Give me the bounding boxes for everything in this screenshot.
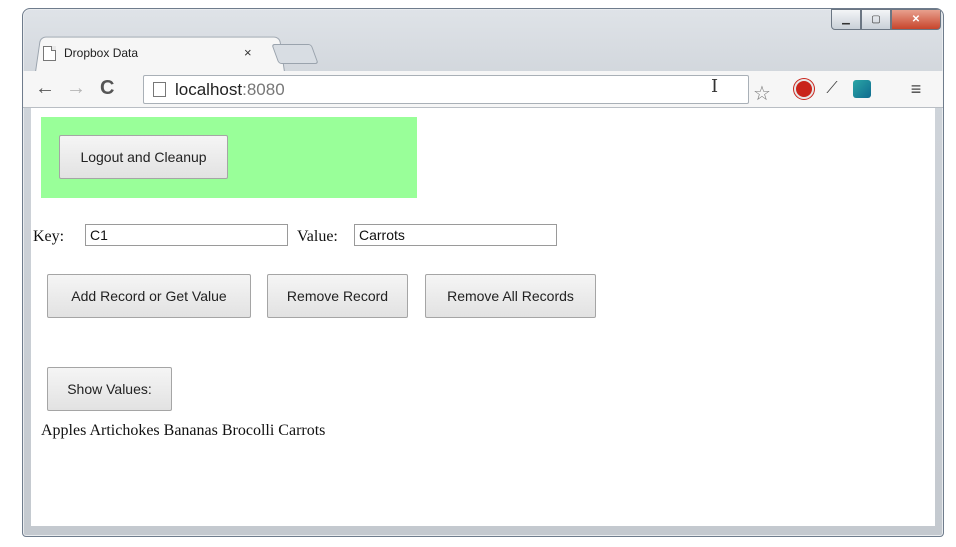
- key-input[interactable]: [85, 224, 288, 246]
- stop-extension-icon[interactable]: [793, 78, 815, 100]
- menu-icon[interactable]: ≡: [905, 78, 927, 100]
- maximize-button[interactable]: ▢: [861, 9, 891, 30]
- text-cursor-icon: I: [711, 76, 719, 97]
- value-label: Value:: [297, 228, 338, 245]
- tab-content: Dropbox Data: [43, 39, 268, 67]
- address-bar[interactable]: localhost :8080 ☆: [143, 75, 771, 105]
- star-icon[interactable]: ☆: [753, 81, 771, 106]
- window-controls: ▁ ▢ ✕: [831, 9, 941, 30]
- tab-close-icon[interactable]: ×: [244, 45, 252, 60]
- url-port: :8080: [242, 79, 285, 99]
- logout-button[interactable]: Logout and Cleanup: [59, 135, 228, 179]
- browser-window: Dropbox Data × ▁ ▢ ✕ ← → C localhost :80…: [22, 8, 944, 537]
- back-icon[interactable]: ←: [35, 77, 55, 99]
- page-icon: [153, 82, 166, 97]
- remove-all-records-button[interactable]: Remove All Records: [425, 274, 596, 318]
- logout-panel: Logout and Cleanup: [41, 117, 417, 198]
- value-input[interactable]: [354, 224, 557, 246]
- minimize-button[interactable]: ▁: [831, 9, 861, 30]
- page-icon: [43, 45, 56, 61]
- add-record-button[interactable]: Add Record or Get Value: [47, 274, 251, 318]
- picker-extension-icon[interactable]: ⟋: [821, 78, 843, 100]
- new-tab-button[interactable]: [271, 44, 319, 64]
- close-window-button[interactable]: ✕: [891, 9, 941, 30]
- remove-record-button[interactable]: Remove Record: [267, 274, 408, 318]
- page-content: Logout and Cleanup Key: Value: Add Recor…: [31, 108, 935, 526]
- wave-extension-icon[interactable]: [851, 78, 873, 100]
- url-host: localhost: [175, 79, 243, 99]
- forward-icon[interactable]: →: [66, 77, 86, 99]
- key-label: Key:: [33, 228, 65, 245]
- show-values-button[interactable]: Show Values:: [47, 367, 172, 411]
- tab-title: Dropbox Data: [64, 46, 139, 60]
- reload-icon[interactable]: C: [100, 77, 114, 99]
- values-list: Apples Artichokes Bananas Brocolli Carro…: [41, 422, 326, 439]
- title-bar: Dropbox Data × ▁ ▢ ✕: [23, 9, 943, 72]
- browser-toolbar: ← → C localhost :8080 ☆ I ⟋ ≡: [23, 71, 943, 108]
